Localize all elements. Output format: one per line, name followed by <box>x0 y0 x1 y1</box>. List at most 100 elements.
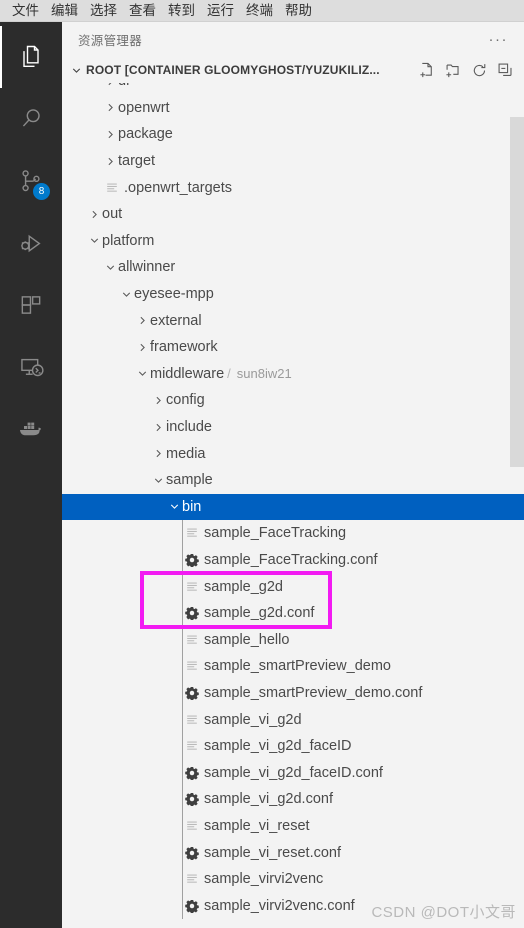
tree-folder-row[interactable]: eyesee-mpp <box>62 281 524 308</box>
chevron-right-icon[interactable] <box>102 83 118 88</box>
menu-item-edit[interactable]: 编辑 <box>45 0 84 22</box>
tree-file-row[interactable]: sample_g2d.conf <box>62 600 524 627</box>
chevron-right-icon[interactable] <box>150 421 166 434</box>
tree-folder-row[interactable]: dl <box>62 83 524 95</box>
chevron-right-icon[interactable] <box>134 314 150 327</box>
extensions-icon <box>18 292 44 318</box>
tree-folder-row[interactable]: openwrt <box>62 95 524 122</box>
menu-item-file[interactable]: 文件 <box>6 0 45 22</box>
tree-item-label: bin <box>182 498 202 515</box>
chevron-down-icon[interactable] <box>134 367 150 380</box>
tree-indent-guide <box>182 520 183 920</box>
tree-item-label: sample_vi_g2d_faceID.conf <box>204 764 383 781</box>
sidebar-header: 资源管理器 ··· <box>62 22 524 57</box>
menu-bar: 文件 编辑 选择 查看 转到 运行 终端 帮助 <box>0 0 524 22</box>
chevron-down-icon[interactable] <box>166 500 182 513</box>
menu-item-selection[interactable]: 选择 <box>84 0 123 22</box>
root-folder-header[interactable]: ROOT [CONTAINER GLOOMYGHOST/YUZUKILIZ... <box>62 57 524 83</box>
chevron-right-icon[interactable] <box>150 394 166 407</box>
tree-item-label: sample <box>166 472 213 489</box>
watermark-text: CSDN @DOT小文哥 <box>371 904 516 921</box>
tree-file-row[interactable]: sample_vi_g2d_faceID <box>62 733 524 760</box>
gear-icon <box>182 846 202 860</box>
tree-folder-row[interactable]: bin <box>62 493 524 521</box>
new-file-icon[interactable] <box>419 62 436 79</box>
tree-file-row[interactable]: sample_vi_g2d <box>62 706 524 733</box>
tree-item-label: .openwrt_targets <box>124 179 233 196</box>
collapse-all-icon[interactable] <box>497 62 514 79</box>
menu-item-terminal[interactable]: 终端 <box>240 0 279 22</box>
file-tree[interactable]: dl openwrt package target .openwrt_targetsou… <box>62 83 524 928</box>
chevron-down-icon[interactable] <box>150 474 166 487</box>
menu-item-go[interactable]: 转到 <box>162 0 201 22</box>
chevron-right-icon[interactable] <box>102 155 118 168</box>
chevron-right-icon[interactable] <box>102 128 118 141</box>
file-lines-icon <box>182 580 202 594</box>
gear-icon <box>182 606 202 621</box>
tree-item-label: include <box>166 419 212 436</box>
tree-folder-row[interactable]: allwinner <box>62 254 524 281</box>
gear-icon <box>182 766 202 780</box>
tree-folder-row[interactable]: framework <box>62 334 524 361</box>
tree-item-label: sample_vi_reset <box>204 818 310 835</box>
activity-item-docker[interactable] <box>0 398 62 460</box>
tree-file-row[interactable]: .openwrt_targets <box>62 174 524 201</box>
chevron-right-icon[interactable] <box>150 447 166 460</box>
files-icon <box>17 43 45 71</box>
tree-folder-row[interactable]: config <box>62 387 524 414</box>
tree-file-row[interactable]: sample_smartPreview_demo.conf <box>62 680 524 707</box>
tree-folder-row[interactable]: package <box>62 121 524 148</box>
tree-file-row[interactable]: sample_smartPreview_demo <box>62 653 524 680</box>
tree-item-label: sample_FaceTracking <box>204 525 347 542</box>
tree-file-row[interactable]: sample_FaceTracking <box>62 520 524 547</box>
chevron-down-icon[interactable] <box>118 288 134 301</box>
chevron-down-icon[interactable] <box>86 234 102 247</box>
tree-file-row[interactable]: sample_vi_g2d_faceID.conf <box>62 760 524 787</box>
tree-item-label: eyesee-mpp <box>134 286 214 303</box>
tree-item-label: allwinner <box>118 259 176 276</box>
tree-item-label: sample_g2d <box>204 578 283 595</box>
activity-item-extensions[interactable] <box>0 274 62 336</box>
tree-item-label: middleware <box>150 365 225 382</box>
tree-folder-row[interactable]: out <box>62 201 524 228</box>
tree-file-row[interactable]: sample_hello <box>62 627 524 654</box>
menu-item-help[interactable]: 帮助 <box>279 0 318 22</box>
sidebar-more-actions-icon[interactable]: ··· <box>489 32 509 47</box>
chevron-right-icon[interactable] <box>134 341 150 354</box>
tree-item-label: package <box>118 126 173 143</box>
tree-folder-row[interactable]: target <box>62 148 524 175</box>
tree-folder-row[interactable]: external <box>62 307 524 334</box>
menu-item-run[interactable]: 运行 <box>201 0 240 22</box>
sidebar-title-label: 资源管理器 <box>78 34 143 48</box>
activity-item-run-and-debug[interactable] <box>0 212 62 274</box>
tree-file-row[interactable]: sample_g2d <box>62 573 524 600</box>
tree-item-label: platform <box>102 232 155 249</box>
tree-folder-row[interactable]: media <box>62 440 524 467</box>
refresh-icon[interactable] <box>471 62 488 79</box>
docker-whale-icon <box>16 414 46 444</box>
tree-folder-row[interactable]: sample <box>62 467 524 494</box>
activity-item-remote-explorer[interactable] <box>0 336 62 398</box>
tree-scrollbar[interactable] <box>510 83 524 928</box>
new-folder-icon[interactable] <box>445 62 462 79</box>
gear-icon <box>182 686 202 701</box>
tree-file-row[interactable]: sample_virvi2venc <box>62 866 524 893</box>
tree-file-row[interactable]: sample_FaceTracking.conf <box>62 547 524 574</box>
file-lines-icon <box>182 713 202 727</box>
tree-file-row[interactable]: sample_vi_reset.conf <box>62 839 524 866</box>
activity-item-source-control[interactable]: 8 <box>0 150 62 212</box>
chevron-right-icon[interactable] <box>86 208 102 221</box>
tree-folder-row[interactable]: platform <box>62 228 524 255</box>
tree-file-row[interactable]: sample_vi_g2d.conf <box>62 786 524 813</box>
menu-item-view[interactable]: 查看 <box>123 0 162 22</box>
chevron-down-icon[interactable] <box>102 261 118 274</box>
tree-item-label: framework <box>150 339 218 356</box>
chevron-right-icon[interactable] <box>102 101 118 114</box>
activity-item-explorer[interactable] <box>0 26 62 88</box>
activity-item-search[interactable] <box>0 88 62 150</box>
tree-file-row[interactable]: sample_vi_reset <box>62 813 524 840</box>
workbench-body: 8 资源管理器 ··· ROOT [CONTAINER GLOOMYGHOST/… <box>0 22 524 928</box>
activity-bar: 8 <box>0 22 62 928</box>
tree-folder-row[interactable]: include <box>62 414 524 441</box>
tree-folder-row[interactable]: middleware / sun8iw21 <box>62 361 524 388</box>
